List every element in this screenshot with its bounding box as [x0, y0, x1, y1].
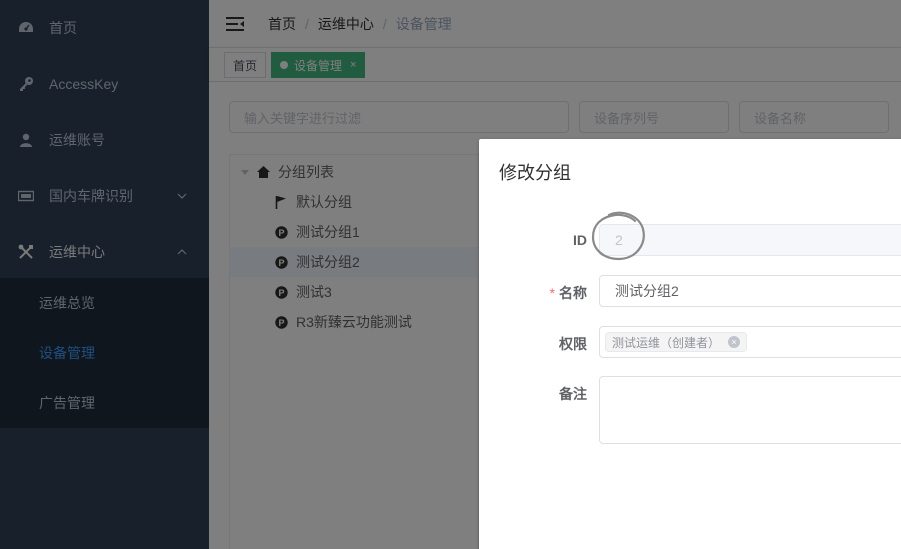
name-input[interactable]: 测试分组2 — [599, 275, 901, 307]
hand-drawn-circle-annotation — [591, 211, 645, 261]
edit-group-dialog: 修改分组 ID 2 * 名称 测试分组2 权限 测试运维（创建者） × 备注 — [479, 139, 901, 549]
close-icon[interactable]: × — [728, 336, 741, 348]
permission-select[interactable]: 测试运维（创建者） × — [599, 326, 901, 358]
permission-tag-label: 测试运维（创建者） — [612, 335, 721, 350]
remark-label: 备注 — [559, 386, 587, 402]
name-label-text: 名称 — [559, 285, 587, 301]
required-mark: * — [549, 285, 555, 301]
permission-tag: 测试运维（创建者） × — [605, 332, 748, 352]
permission-label: 权限 — [559, 336, 587, 352]
name-value: 测试分组2 — [615, 283, 679, 299]
modal-overlay-sidebar — [0, 0, 209, 549]
dialog-title: 修改分组 — [499, 163, 571, 183]
id-label: ID — [573, 232, 587, 248]
name-label: * 名称 — [550, 283, 587, 303]
remark-textarea[interactable] — [599, 376, 901, 444]
